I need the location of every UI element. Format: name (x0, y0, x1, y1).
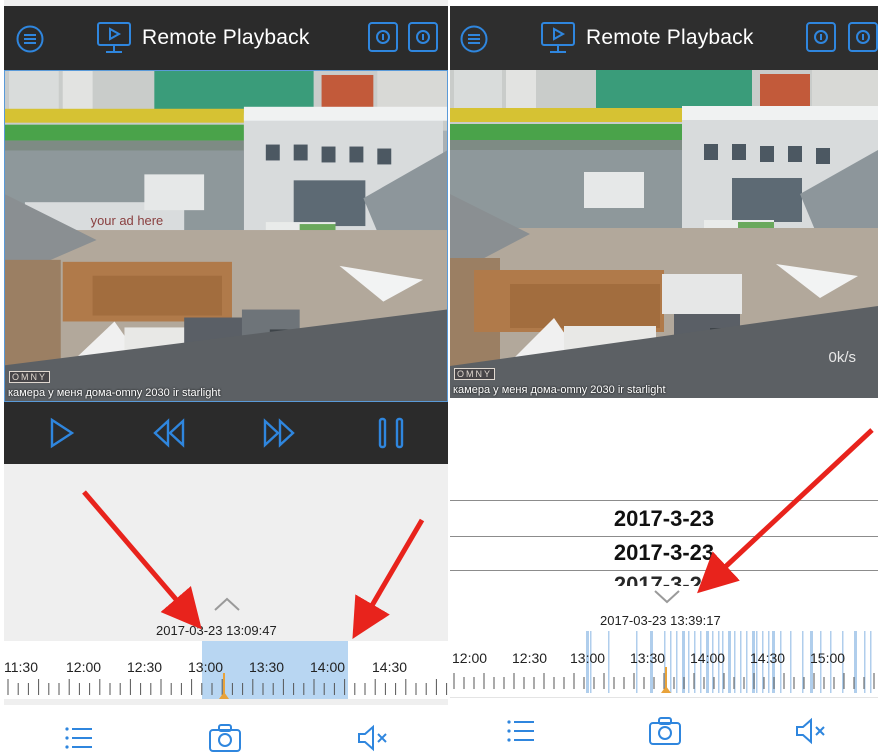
page-title-group: Remote Playback (540, 6, 754, 70)
picker-divider (450, 570, 878, 571)
chevron-down-icon[interactable] (652, 588, 682, 604)
playback-controls (4, 402, 448, 464)
camera-watermark: OMNY (9, 371, 50, 383)
timeline[interactable]: 12:00 12:30 13:00 13:30 14:00 14:30 15:0… (450, 631, 878, 693)
timeline-label: 12:30 (512, 650, 548, 666)
page-title: Remote Playback (586, 26, 754, 49)
fast-forward-icon[interactable] (262, 416, 296, 450)
timeline-label: 12:30 (127, 659, 163, 675)
right-phone-screen: Remote Playback 0k/s OMNY камера у меня … (450, 0, 878, 756)
video-view[interactable]: 0k/s OMNY камера у меня дома-omny 2030 i… (450, 70, 878, 398)
playback-datetime: 2017-03-23 13:39:17 (600, 613, 721, 628)
video-view[interactable]: your ad here OMNY камера у меня дома-omn… (4, 70, 448, 402)
left-phone-screen: Remote Playback your ad here OMNY камера… (4, 0, 448, 756)
timeline-label: 12:00 (452, 650, 488, 666)
picker-date-selected[interactable]: 2017-3-23 (450, 540, 878, 566)
menu-icon[interactable] (16, 25, 44, 53)
timeline-label: 13:00 (570, 650, 606, 666)
timeline-label: 14:30 (750, 650, 786, 666)
play-icon[interactable] (44, 416, 78, 450)
camera-caption: камера у меня дома-omny 2030 ir starligh… (453, 384, 666, 396)
clock-square-icon[interactable] (806, 22, 836, 52)
timeline-label: 14:00 (310, 659, 346, 675)
mute-icon[interactable] (356, 723, 390, 753)
timeline-label: 13:30 (249, 659, 285, 675)
rewind-icon[interactable] (152, 416, 186, 450)
top-bar: Remote Playback (450, 6, 878, 70)
list-icon[interactable] (504, 716, 538, 746)
playback-datetime: 2017-03-23 13:09:47 (156, 623, 277, 638)
chevron-up-icon[interactable] (212, 596, 242, 612)
timeline-label: 13:30 (630, 650, 666, 666)
bottom-toolbar (450, 697, 878, 754)
monitor-play-icon (97, 22, 131, 53)
settings-square-icon[interactable] (848, 22, 878, 52)
menu-icon[interactable] (460, 25, 488, 53)
settings-square-icon[interactable] (408, 22, 438, 52)
timeline-label: 15:00 (810, 650, 846, 666)
timeline-label: 13:00 (188, 659, 224, 675)
picker-date[interactable]: 2017-3-23 (450, 506, 878, 532)
picker-divider (450, 500, 878, 501)
camera-frame (450, 70, 878, 398)
mute-icon[interactable] (794, 716, 828, 746)
top-bar: Remote Playback (4, 6, 448, 70)
timeline-label: 14:00 (690, 650, 726, 666)
page-title-group: Remote Playback (96, 6, 310, 70)
timeline-label: 14:30 (372, 659, 408, 675)
page-title: Remote Playback (142, 26, 310, 49)
list-icon[interactable] (62, 723, 96, 753)
timeline-cursor[interactable] (661, 667, 671, 693)
picker-divider (450, 536, 878, 537)
camera-caption: камера у меня дома-omny 2030 ir starligh… (8, 387, 221, 399)
bottom-toolbar (4, 699, 448, 756)
bitrate-readout: 0k/s (828, 349, 856, 366)
billboard-text: your ad here (91, 213, 164, 228)
clock-square-icon[interactable] (368, 22, 398, 52)
monitor-play-icon (541, 22, 575, 53)
pause-icon[interactable] (374, 416, 408, 450)
camera-watermark: OMNY (454, 368, 495, 380)
timeline[interactable]: 11:30 12:00 12:30 13:00 13:30 14:00 14:3… (4, 641, 448, 699)
camera-icon[interactable] (208, 723, 242, 753)
camera-frame: your ad here (5, 71, 447, 401)
timeline-cursor[interactable] (219, 673, 229, 699)
camera-icon[interactable] (648, 716, 682, 746)
picker-date[interactable]: 2017-3-23 (450, 572, 878, 586)
timeline-label: 12:00 (66, 659, 102, 675)
date-picker[interactable]: 2017-3-23 2017-3-23 2017-3-23 (450, 500, 878, 586)
timeline-label: 11:30 (4, 659, 38, 675)
